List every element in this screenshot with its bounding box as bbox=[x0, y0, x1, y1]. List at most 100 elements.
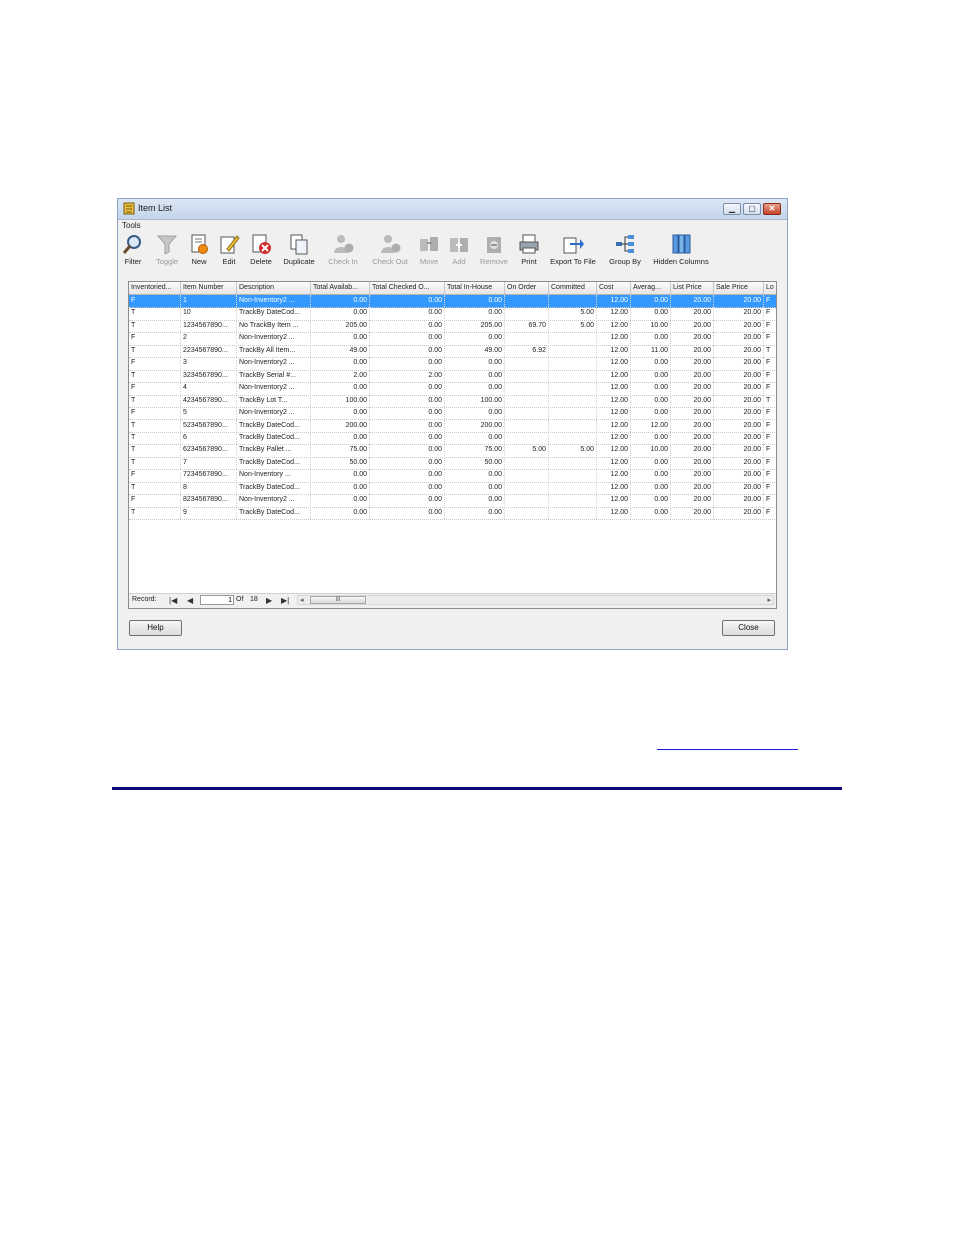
table-row[interactable]: T 7 TrackBy DateCod... 50.00 0.00 50.00 12.00 0… bbox=[129, 456, 776, 471]
table-row[interactable]: T 1234567890... No TrackBy Item ... 205.00 0… bbox=[129, 319, 776, 334]
scroll-right-icon[interactable]: ▸ bbox=[767, 596, 771, 604]
table-cell: 12.00 bbox=[597, 431, 631, 444]
table-row[interactable]: T 9 TrackBy DateCod... 0.00 0.00 0.00 12.00 0.0… bbox=[129, 506, 776, 521]
column-header[interactable]: Item Number bbox=[181, 282, 237, 294]
table-cell: 75.00 bbox=[445, 444, 505, 457]
toolbar-check-out-button[interactable]: Check Out bbox=[370, 233, 410, 266]
table-row[interactable]: F 5 Non-Inventory2 ... 0.00 0.00 0.00 12.00 0.0… bbox=[129, 407, 776, 421]
table-cell: TrackBy Lot T... bbox=[237, 394, 311, 407]
title-bar[interactable]: Item List ▁ ▢ ✕ bbox=[118, 199, 787, 220]
table-row[interactable]: T 3234567890... TrackBy Serial #... 2.00 2.0… bbox=[129, 369, 776, 384]
table-row[interactable]: T 5234567890... TrackBy DateCod... 200.00 0.… bbox=[129, 419, 776, 433]
next-record-icon[interactable]: ▶ bbox=[266, 596, 272, 605]
table-cell: 20.00 bbox=[714, 431, 764, 444]
toolbar-add-button[interactable]: Add bbox=[448, 233, 470, 266]
table-row[interactable]: F 4 Non-Inventory2 ... 0.00 0.00 0.00 12.00 0.0… bbox=[129, 382, 776, 396]
table-cell: 20.00 bbox=[714, 382, 764, 395]
horizontal-scrollbar[interactable]: ◂ III ▸ bbox=[297, 595, 774, 605]
column-header[interactable]: Averag... bbox=[631, 282, 671, 294]
table-cell: 20.00 bbox=[714, 319, 764, 332]
toolbar-remove-button[interactable]: Remove bbox=[478, 233, 510, 266]
help-button[interactable]: Help bbox=[129, 620, 182, 636]
prev-record-icon[interactable]: ◀ bbox=[187, 596, 193, 605]
column-header[interactable]: Lo bbox=[764, 282, 776, 294]
table-cell: 0.00 bbox=[445, 494, 505, 507]
toolbar-group-by-button[interactable]: Group By bbox=[606, 233, 644, 266]
table-cell: F bbox=[764, 320, 776, 332]
table-cell: T bbox=[129, 394, 181, 407]
toolbar-move-button[interactable]: Move bbox=[418, 233, 440, 266]
table-row[interactable]: T 6 TrackBy DateCod... 0.00 0.00 0.00 12.00 0.0… bbox=[129, 431, 776, 446]
table-cell: 20.00 bbox=[671, 494, 714, 507]
column-header[interactable]: Total Checked O... bbox=[370, 282, 445, 294]
table-cell: 0.00 bbox=[445, 481, 505, 494]
table-cell: 0.00 bbox=[311, 481, 370, 494]
column-header[interactable]: Sale Price bbox=[714, 282, 764, 294]
table-cell: TrackBy DateCod... bbox=[237, 481, 311, 494]
column-header[interactable]: Total Availab... bbox=[311, 282, 370, 294]
column-header[interactable]: List Price bbox=[671, 282, 714, 294]
minimize-button[interactable]: ▁ bbox=[723, 203, 741, 215]
table-row[interactable]: T 4234567890... TrackBy Lot T... 100.00 0.00… bbox=[129, 394, 776, 408]
column-header[interactable]: Total In-House bbox=[445, 282, 505, 294]
toolbar-edit-button[interactable]: Edit bbox=[218, 233, 240, 266]
table-cell: 0.00 bbox=[311, 494, 370, 507]
maximize-button[interactable]: ▢ bbox=[743, 203, 761, 215]
table-cell: 6234567890... bbox=[181, 444, 237, 457]
table-cell: F bbox=[129, 382, 181, 395]
table-row[interactable]: T 8 TrackBy DateCod... 0.00 0.00 0.00 12.00 0.0… bbox=[129, 481, 776, 496]
table-cell: TrackBy DateCod... bbox=[237, 419, 311, 432]
table-cell: 0.00 bbox=[370, 469, 445, 482]
item-grid[interactable]: Inventoried... Item Number Description Tota… bbox=[128, 281, 777, 609]
table-row[interactable]: F 2 Non-Inventory2 ... 0.00 0.00 0.00 12.00 0.0… bbox=[129, 332, 776, 346]
table-row[interactable]: F 1 Non-Inventory2 ... 0.00 0.00 0.00 12.00 0.0… bbox=[129, 295, 776, 309]
table-cell bbox=[549, 357, 597, 370]
table-row[interactable]: F 7234567890... Non-Inventory ... 0.00 0.00 0… bbox=[129, 469, 776, 483]
scroll-left-icon[interactable]: ◂ bbox=[300, 596, 304, 604]
table-cell: 5.00 bbox=[549, 319, 597, 332]
table-cell: 5.00 bbox=[505, 444, 549, 457]
hyperlink-underline[interactable] bbox=[657, 749, 798, 750]
table-cell: 12.00 bbox=[597, 444, 631, 457]
table-row[interactable]: F 3 Non-Inventory2 ... 0.00 0.00 0.00 12.00 0.0… bbox=[129, 357, 776, 371]
table-row[interactable]: T 10 TrackBy DateCod... 0.00 0.00 0.00 5.00 12.… bbox=[129, 307, 776, 321]
toolbar-filter-button[interactable]: Filter bbox=[122, 233, 144, 266]
table-cell bbox=[505, 481, 549, 494]
last-record-icon[interactable]: ▶| bbox=[281, 596, 289, 605]
of-label: Of bbox=[236, 596, 244, 603]
table-cell bbox=[549, 431, 597, 444]
column-header[interactable]: Cost bbox=[597, 282, 631, 294]
menu-tools[interactable]: Tools bbox=[122, 221, 141, 230]
record-number-input[interactable]: 1 bbox=[200, 595, 234, 605]
toolbar-delete-button[interactable]: Delete bbox=[248, 233, 274, 266]
table-row[interactable]: T 6234567890... TrackBy Pallet ... 75.00 0.0… bbox=[129, 444, 776, 458]
toolbar-check-in-button[interactable]: Check In bbox=[326, 233, 360, 266]
table-cell: 7234567890... bbox=[181, 469, 237, 482]
toolbar-hidden-columns-button[interactable]: Hidden Columns bbox=[650, 233, 712, 266]
table-row[interactable]: T 2234567890... TrackBy All Item... 49.00 0.… bbox=[129, 344, 776, 359]
table-cell bbox=[505, 394, 549, 407]
table-cell: 20.00 bbox=[671, 307, 714, 320]
first-record-icon[interactable]: |◀ bbox=[169, 596, 177, 605]
table-cell bbox=[505, 307, 549, 320]
table-cell: 1234567890... bbox=[181, 319, 237, 332]
table-cell: 12.00 bbox=[597, 456, 631, 469]
table-cell: F bbox=[764, 357, 776, 369]
scroll-thumb[interactable]: III bbox=[310, 596, 366, 604]
new-document-icon bbox=[191, 234, 208, 254]
column-header[interactable]: Committed bbox=[549, 282, 597, 294]
toolbar-toggle-button[interactable]: Toggle bbox=[152, 233, 182, 266]
close-window-button[interactable]: ✕ bbox=[763, 203, 781, 215]
column-header[interactable]: On Order bbox=[505, 282, 549, 294]
table-row[interactable]: F 8234567890... Non-Inventory2 ... 0.00 0.00… bbox=[129, 494, 776, 508]
toolbar-duplicate-button[interactable]: Duplicate bbox=[280, 233, 318, 266]
close-button[interactable]: Close bbox=[722, 620, 775, 636]
toolbar-export-to-file-button[interactable]: Export To File bbox=[546, 233, 600, 266]
column-header[interactable]: Inventoried... bbox=[129, 282, 181, 294]
table-cell: 12.00 bbox=[597, 419, 631, 432]
table-cell: 0.00 bbox=[631, 481, 671, 494]
table-cell: 12.00 bbox=[597, 357, 631, 370]
column-header[interactable]: Description bbox=[237, 282, 311, 294]
toolbar-new-button[interactable]: New bbox=[188, 233, 210, 266]
toolbar-print-button[interactable]: Print bbox=[518, 233, 540, 266]
